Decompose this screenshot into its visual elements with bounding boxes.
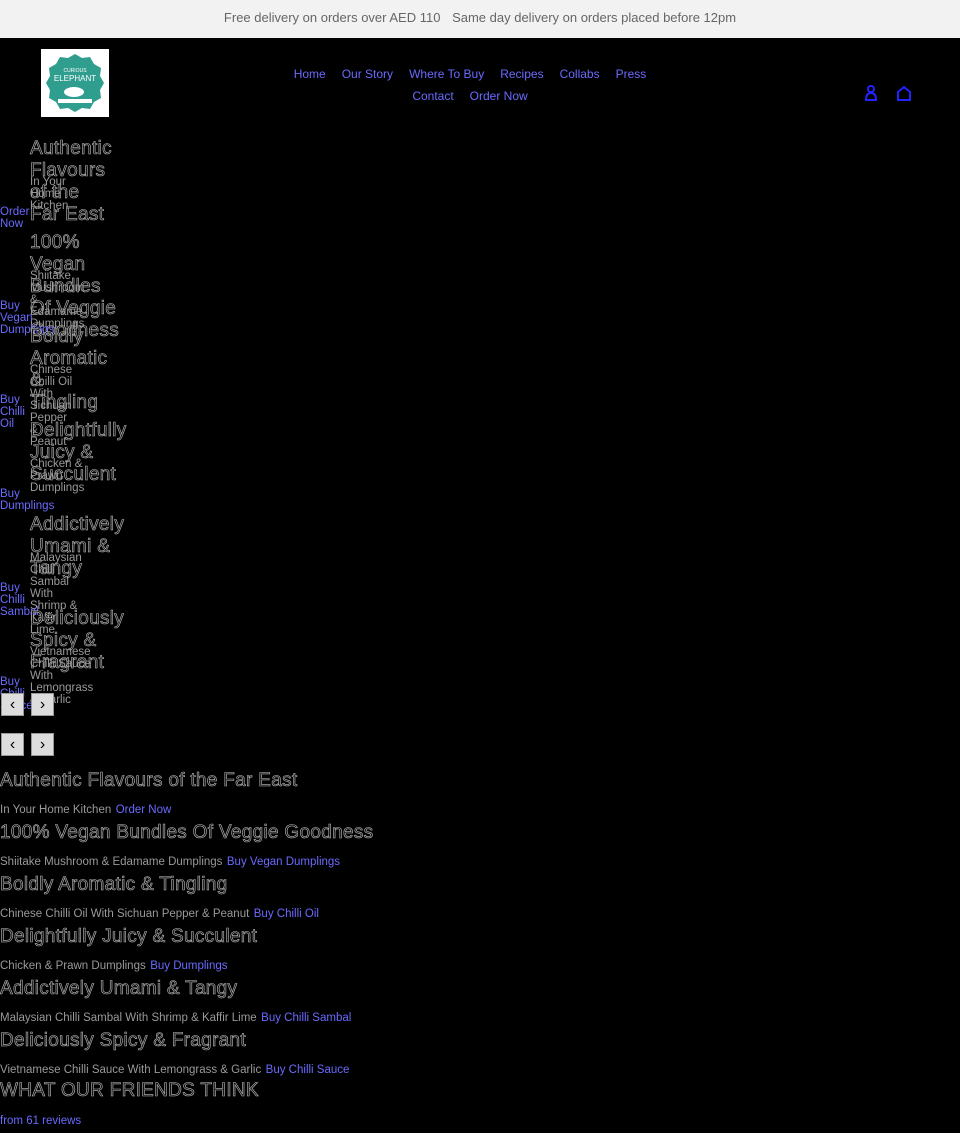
slide-subheading: Malaysian Chilli Sambal With Shrimp & Ka… (0, 1012, 257, 1024)
main-nav: Home Our Story Where To Buy Recipes Collabs P… (260, 63, 680, 107)
nav-collabs[interactable]: Collabs (560, 67, 600, 81)
slide-link[interactable]: Order Now (0, 206, 29, 230)
slide-link[interactable]: Order Now (116, 804, 172, 816)
announcement-bar: Free delivery on orders over AED 110 Sam… (0, 0, 960, 38)
site-header: CURIOUS ELEPHANT Home Our Story Where To Bu… (0, 38, 960, 128)
reviews-section: WHAT OUR FRIENDS THINK from 61 reviews (0, 1080, 259, 1127)
slide-subheading: Vietnamese Chilli Sauce With Lemongrass … (0, 1064, 262, 1076)
slide-heading: Addictively Umami & Tangy (0, 978, 238, 1000)
slide-link[interactable]: Buy Chilli Oil (254, 908, 319, 920)
svg-text:ELEPHANT: ELEPHANT (54, 74, 96, 83)
prev-slide-button[interactable]: ‹ (1, 693, 24, 716)
reviews-heading: WHAT OUR FRIENDS THINK (0, 1080, 259, 1102)
slide-heading: Authentic Flavours of the Far East (0, 770, 298, 792)
nav-contact[interactable]: Contact (412, 89, 453, 103)
cart-icon[interactable] (896, 85, 912, 101)
slide-link[interactable]: Buy Dumplings (150, 960, 227, 972)
slide-heading: Deliciously Spicy & Fragrant (0, 1030, 246, 1052)
nav-our-story[interactable]: Our Story (342, 67, 393, 81)
slide-subheading: Chinese Chilli Oil With Sichuan Pepper &… (0, 908, 250, 920)
account-icon[interactable] (864, 85, 878, 101)
slideshow-controls-secondary: ‹ › (1, 733, 54, 756)
slide-subheading: In Your Home Kitchen (30, 176, 69, 212)
slide-heading: Delightfully Juicy & Succulent (0, 926, 258, 948)
nav-order-now[interactable]: Order Now (470, 89, 528, 103)
nav-where-to-buy[interactable]: Where To Buy (409, 67, 484, 81)
announcement-same-day: Same day delivery on orders placed befor… (452, 10, 737, 25)
logo[interactable]: CURIOUS ELEPHANT (41, 49, 109, 117)
slide-link[interactable]: Buy Chilli Sambal (261, 1012, 351, 1024)
nav-recipes[interactable]: Recipes (500, 67, 543, 81)
slide-heading: Boldly Aromatic & Tingling (0, 874, 228, 896)
announcement-delivery: Free delivery on orders over AED 110 (223, 10, 441, 25)
prev-slide-button[interactable]: ‹ (1, 733, 24, 756)
reviews-count-link[interactable]: from 61 reviews (0, 1115, 259, 1127)
slide-subheading: Chicken & Prawn Dumplings (0, 960, 146, 972)
slide-list-fallback: Authentic Flavours of the Far East In You… (0, 768, 373, 1080)
next-slide-button[interactable]: › (31, 733, 54, 756)
next-slide-button[interactable]: › (31, 693, 54, 716)
slide-link[interactable]: Buy Chilli Oil (0, 394, 25, 430)
slideshow-controls: ‹ › (1, 693, 54, 716)
slide-link[interactable]: Buy Chilli Sauce (266, 1064, 350, 1076)
slide-heading: 100% Vegan Bundles Of Veggie Goodness (0, 822, 374, 844)
slide-subheading: Shiitake Mushroom & Edamame Dumplings (0, 856, 223, 868)
slide-link[interactable]: Buy Dumplings (0, 488, 54, 512)
nav-press[interactable]: Press (616, 67, 647, 81)
slide-link[interactable]: Buy Vegan Dumplings (227, 856, 340, 868)
nav-home[interactable]: Home (294, 67, 326, 81)
slide-subheading: In Your Home Kitchen (0, 804, 112, 816)
